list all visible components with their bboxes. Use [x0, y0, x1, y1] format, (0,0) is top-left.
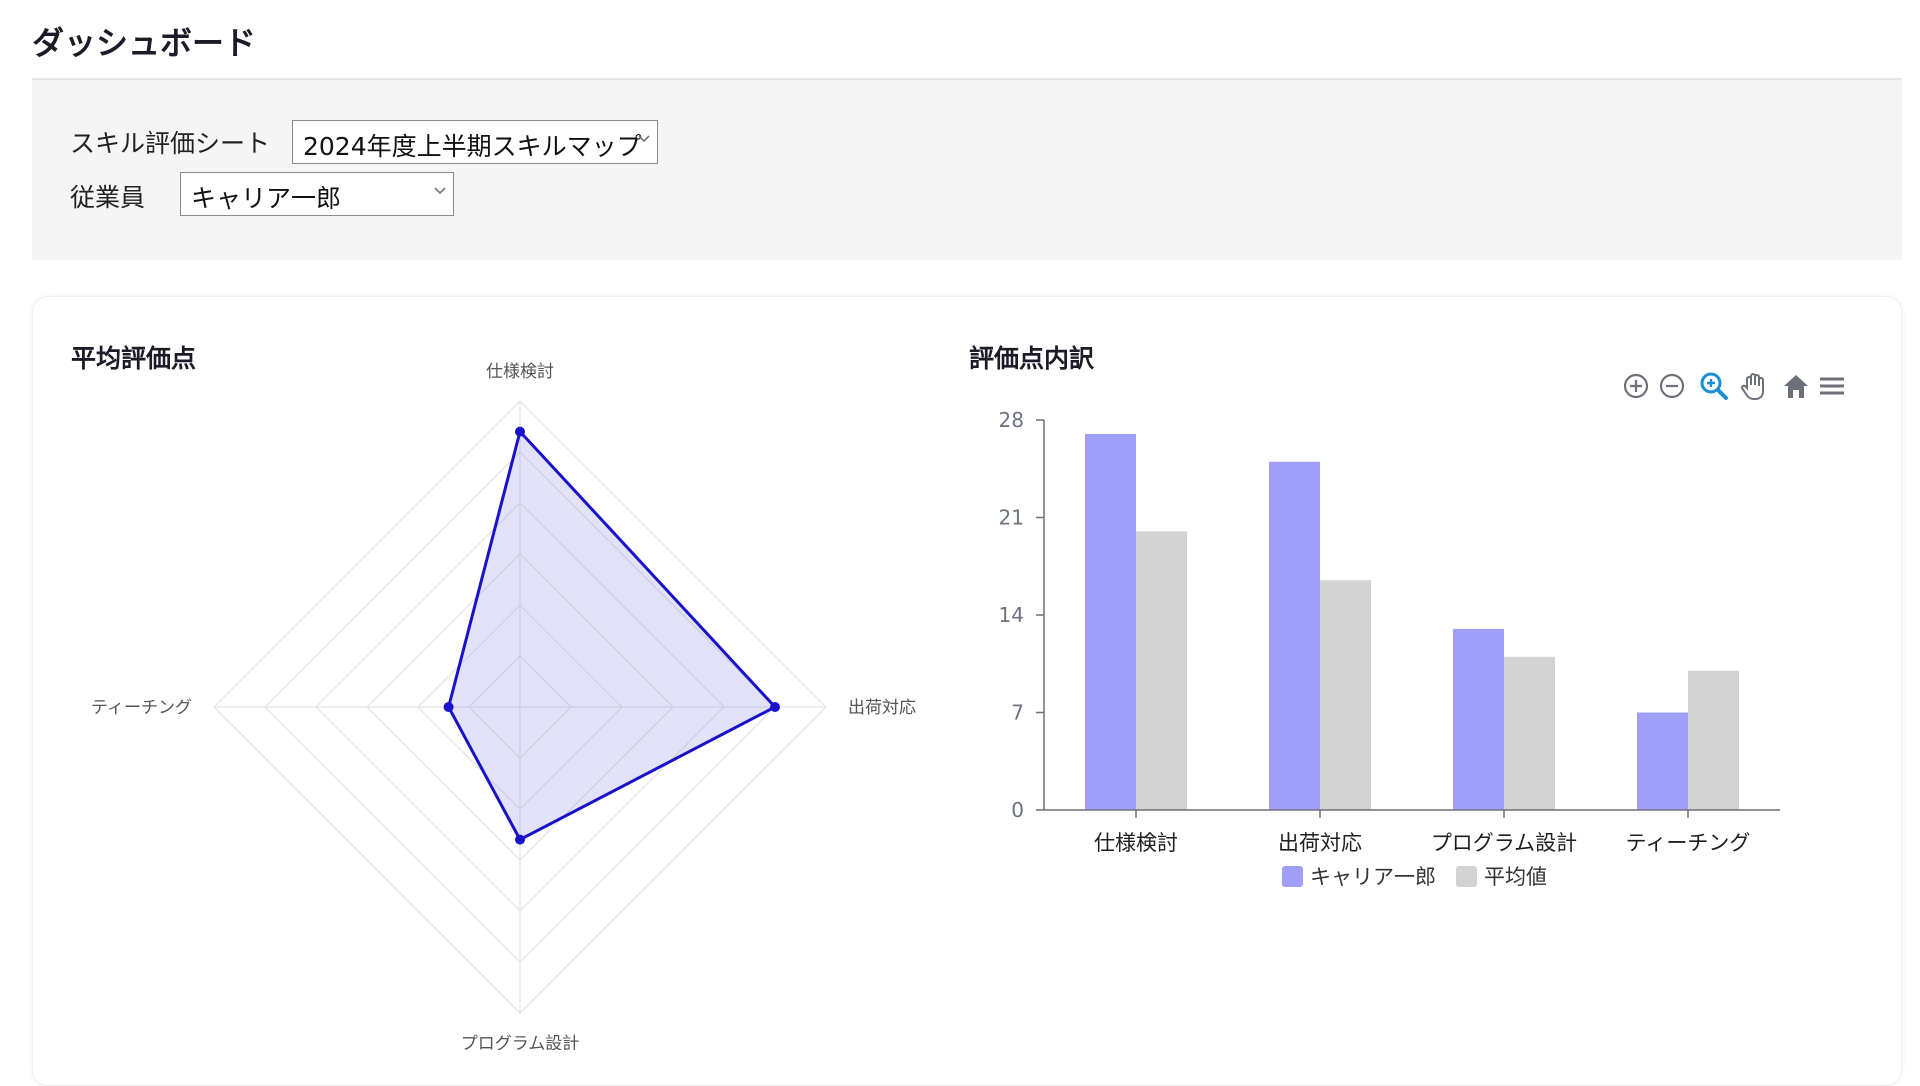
- bar-employee: [1085, 433, 1136, 810]
- zoom-out-icon[interactable]: [1656, 370, 1688, 402]
- legend-swatch: [1282, 866, 1303, 887]
- bar-chart: 0 7 14 21 28 仕様検討 出荷対応 プログラム設計 ティーチングキャリア一郎 平均値: [999, 408, 1780, 889]
- x-category-label: 仕様検討: [1094, 831, 1178, 855]
- pan-hand-icon[interactable]: [1738, 370, 1770, 402]
- radar-axis-label: ティーチング: [91, 698, 192, 718]
- bar-employee: [1453, 628, 1504, 810]
- employee-label: 従業員: [70, 183, 146, 212]
- y-tick-label: 21: [999, 506, 1024, 530]
- bar-average: [1688, 670, 1739, 810]
- sheet-select[interactable]: 2024年度上半期スキルマップ: [292, 120, 658, 164]
- chevron-down-icon: [638, 135, 650, 143]
- bar-average: [1504, 656, 1555, 810]
- radar-axis-label: 出荷対応: [848, 698, 916, 718]
- x-category-label: プログラム設計: [1431, 831, 1577, 855]
- home-icon[interactable]: [1780, 370, 1812, 402]
- radar-axis-label: 仕様検討: [486, 362, 554, 382]
- employee-select-value: キャリア一郎: [191, 184, 342, 213]
- page-title: ダッシュボード: [32, 24, 257, 62]
- radar-chart: 仕様検討出荷対応プログラム設計 ティーチング: [91, 362, 916, 1050]
- bar-employee: [1269, 461, 1320, 810]
- bar-title: 評価点内訳: [969, 344, 1095, 373]
- bar-employee: [1637, 712, 1688, 810]
- menu-icon[interactable]: [1816, 370, 1848, 402]
- radar-point: [770, 702, 780, 712]
- radar-axis-label: プログラム設計: [461, 1034, 580, 1050]
- legend-label: キャリア一郎: [1310, 865, 1436, 889]
- x-category-label: ティーチング: [1626, 831, 1751, 855]
- sheet-select-value: 2024年度上半期スキルマップ: [303, 132, 642, 161]
- legend-swatch: [1456, 866, 1477, 887]
- bar-average: [1320, 580, 1371, 810]
- magnifier-icon[interactable]: [1698, 370, 1730, 402]
- bar-average: [1136, 531, 1187, 810]
- chevron-down-icon: [434, 187, 446, 195]
- legend-label: 平均値: [1484, 865, 1547, 889]
- employee-select[interactable]: キャリア一郎: [180, 172, 454, 216]
- chart-toolbar: [1620, 370, 1860, 410]
- filter-panel: スキル評価シート 2024年度上半期スキルマップ 従業員 キャリア一郎: [32, 80, 1902, 260]
- y-tick-label: 28: [999, 408, 1024, 432]
- sheet-label: スキル評価シート: [70, 129, 271, 158]
- radar-point: [443, 702, 454, 712]
- y-tick-label: 7: [1011, 701, 1024, 725]
- zoom-in-icon[interactable]: [1620, 370, 1652, 402]
- y-tick-label: 14: [999, 603, 1024, 627]
- radar-point: [515, 426, 525, 437]
- x-category-label: 出荷対応: [1278, 831, 1362, 855]
- y-tick-label: 0: [1011, 798, 1024, 822]
- radar-point: [515, 834, 525, 845]
